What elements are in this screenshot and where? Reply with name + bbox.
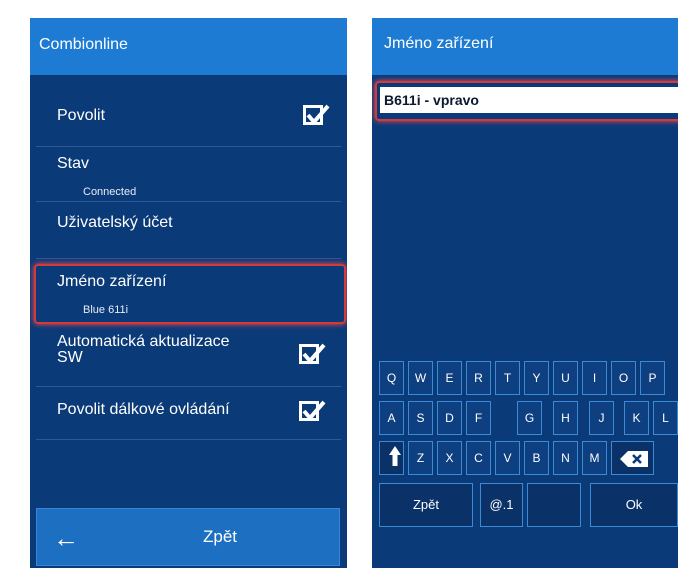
key-y[interactable]: Y	[524, 361, 549, 395]
key-m[interactable]: M	[582, 441, 607, 475]
on-screen-keyboard: Q W E R T Y U I O P A S D F G H J K L Z …	[372, 338, 678, 568]
left-arrow-icon: ←	[53, 523, 79, 553]
key-p[interactable]: P	[640, 361, 665, 395]
setting-status: Stav Connected	[30, 147, 347, 201]
key-f[interactable]: F	[466, 401, 491, 435]
setting-user-account[interactable]: Uživatelský účet	[30, 202, 347, 258]
key-h[interactable]: H	[553, 401, 578, 435]
setting-user-account-label: Uživatelský účet	[57, 214, 173, 231]
shift-key[interactable]	[379, 441, 404, 475]
title-bar: Jméno zařízení	[372, 18, 678, 75]
key-x[interactable]: X	[437, 441, 462, 475]
highlight-frame	[34, 264, 346, 324]
back-button[interactable]: ← Zpět	[36, 508, 340, 566]
highlight-frame	[375, 81, 678, 121]
space-key[interactable]	[527, 483, 581, 527]
key-k[interactable]: K	[624, 401, 649, 435]
setting-enable-label: Povolit	[57, 107, 106, 124]
key-q[interactable]: Q	[379, 361, 404, 395]
page-title: Combionline	[39, 36, 128, 53]
divider	[36, 439, 341, 440]
backspace-icon	[620, 451, 648, 467]
key-l[interactable]: L	[653, 401, 678, 435]
key-d[interactable]: D	[437, 401, 462, 435]
setting-remote-control-label: Povolit dálkové ovládání	[57, 401, 230, 418]
key-r[interactable]: R	[466, 361, 491, 395]
auto-update-checkbox[interactable]	[299, 343, 326, 365]
checkmark-icon	[302, 400, 326, 422]
enable-checkbox[interactable]	[303, 104, 330, 126]
key-v[interactable]: V	[495, 441, 520, 475]
setting-auto-update-line2: SW	[57, 349, 83, 366]
back-button-label: Zpět	[203, 527, 238, 546]
device-name-screen: Jméno zařízení B611i - vpravo Q W E R T …	[372, 18, 678, 568]
setting-auto-update-label: Automatická aktualizace SW	[57, 334, 230, 366]
ok-key[interactable]: Ok	[590, 483, 678, 527]
checkmark-icon	[306, 104, 330, 126]
key-a[interactable]: A	[379, 401, 404, 435]
key-t[interactable]: T	[495, 361, 520, 395]
key-j[interactable]: J	[589, 401, 614, 435]
page-title: Jméno zařízení	[384, 35, 494, 52]
setting-auto-update[interactable]: Automatická aktualizace SW	[30, 326, 347, 386]
backspace-key[interactable]	[611, 441, 654, 475]
checkmark-icon	[302, 343, 326, 365]
key-o[interactable]: O	[611, 361, 636, 395]
back-key[interactable]: Zpět	[379, 483, 473, 527]
key-i[interactable]: I	[582, 361, 607, 395]
key-b[interactable]: B	[524, 441, 549, 475]
key-e[interactable]: E	[437, 361, 462, 395]
setting-status-value: Connected	[83, 186, 137, 198]
remote-control-checkbox[interactable]	[299, 400, 326, 422]
key-c[interactable]: C	[466, 441, 491, 475]
key-n[interactable]: N	[553, 441, 578, 475]
key-s[interactable]: S	[408, 401, 433, 435]
symbols-key[interactable]: @.1	[480, 483, 523, 527]
title-bar: Combionline	[30, 18, 347, 75]
key-g[interactable]: G	[517, 401, 542, 435]
setting-enable[interactable]: Povolit	[30, 90, 347, 146]
key-z[interactable]: Z	[408, 441, 433, 475]
shift-arrow-icon	[389, 446, 401, 466]
key-u[interactable]: U	[553, 361, 578, 395]
settings-screen: Combionline Povolit Stav Connected Uživa…	[30, 18, 347, 568]
setting-status-label: Stav	[57, 155, 90, 172]
setting-auto-update-line1: Automatická aktualizace	[57, 333, 230, 350]
setting-remote-control[interactable]: Povolit dálkové ovládání	[30, 387, 347, 439]
key-w[interactable]: W	[408, 361, 433, 395]
